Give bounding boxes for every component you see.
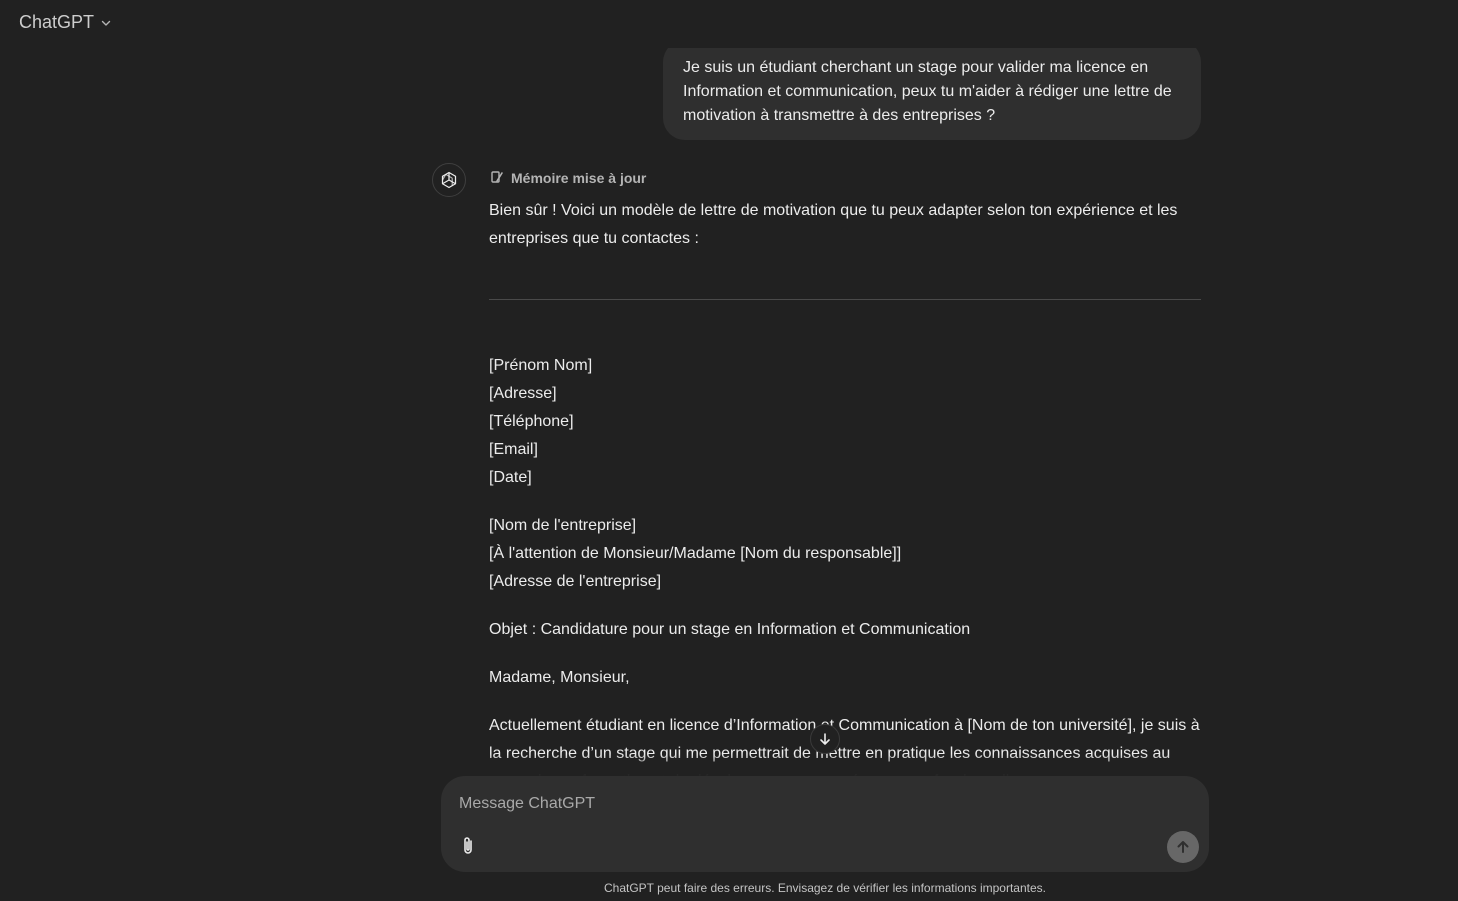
sender-block: [Prénom Nom] [Adresse] [Téléphone] [Emai… — [489, 352, 1201, 492]
subject-block: Objet : Candidature pour un stage en Inf… — [489, 616, 1201, 644]
recipient-block: [Nom de l'entreprise] [À l'attention de … — [489, 512, 1201, 596]
paperclip-icon — [464, 837, 472, 854]
sender-line: [Téléphone] — [489, 413, 574, 430]
message-input[interactable] — [459, 792, 1159, 816]
memory-pencil-icon — [489, 169, 505, 188]
salutation-block: Madame, Monsieur, — [489, 664, 1201, 692]
memory-status-label: Mémoire mise à jour — [511, 170, 647, 186]
sender-line: [Adresse] — [489, 385, 557, 402]
model-name: ChatGPT — [19, 12, 95, 32]
recipient-line: [À l'attention de Monsieur/Madame [Nom d… — [489, 545, 902, 562]
arrow-down-icon — [820, 733, 830, 745]
scroll-to-bottom-button[interactable] — [810, 724, 840, 754]
assistant-message: Mémoire mise à jour Bien sûr ! Voici un … — [489, 166, 1201, 776]
divider — [489, 299, 1201, 300]
attach-file-button[interactable] — [455, 832, 481, 860]
chevron-down-icon — [100, 17, 112, 29]
sender-line: [Email] — [489, 441, 538, 458]
chatgpt-logo-icon — [432, 163, 466, 197]
arrow-up-icon — [1177, 841, 1189, 853]
letter-salutation: Madame, Monsieur, — [489, 669, 630, 686]
disclaimer-text: ChatGPT peut faire des erreurs. Envisage… — [604, 881, 1046, 895]
send-button[interactable] — [1167, 831, 1199, 863]
assistant-intro: Bien sûr ! Voici un modèle de lettre de … — [489, 202, 1178, 247]
message-composer — [441, 776, 1209, 872]
sender-line: [Prénom Nom] — [489, 357, 593, 374]
user-message: Je suis un étudiant cherchant un stage p… — [663, 48, 1201, 140]
sender-line: [Date] — [489, 469, 532, 486]
conversation-thread[interactable]: Je suis un étudiant cherchant un stage p… — [0, 48, 1458, 776]
recipient-line: [Adresse de l'entreprise] — [489, 573, 662, 590]
memory-updated-indicator[interactable]: Mémoire mise à jour — [489, 166, 1201, 190]
recipient-line: [Nom de l'entreprise] — [489, 517, 637, 534]
scroll-fade — [0, 754, 1458, 776]
model-selector[interactable]: ChatGPT — [12, 8, 119, 37]
letter-subject: Objet : Candidature pour un stage en Inf… — [489, 621, 971, 638]
